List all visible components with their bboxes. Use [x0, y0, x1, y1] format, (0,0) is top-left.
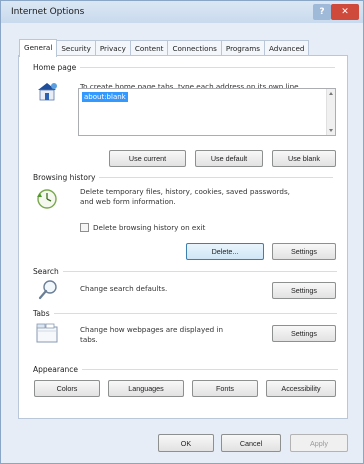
home-page-address-box[interactable]: about:blank	[78, 88, 336, 136]
scroll-down-arrow-icon[interactable]	[329, 129, 333, 132]
tab-strip: General Security Privacy Content Connect…	[19, 39, 310, 57]
ok-button[interactable]: OK	[158, 434, 214, 452]
tab-advanced[interactable]: Advanced	[263, 40, 310, 56]
tab-connections[interactable]: Connections	[167, 40, 222, 56]
use-current-button[interactable]: Use current	[109, 150, 186, 167]
browsing-history-icon	[37, 189, 57, 209]
tab-security[interactable]: Security	[56, 40, 96, 56]
search-settings-button[interactable]: Settings	[272, 282, 336, 299]
help-button[interactable]: ?	[313, 4, 331, 20]
tab-programs[interactable]: Programs	[220, 40, 265, 56]
home-page-address-text: about:blank	[82, 92, 128, 102]
home-page-heading: Home page	[33, 63, 77, 72]
divider	[53, 313, 337, 314]
browsing-history-settings-button[interactable]: Settings	[272, 243, 336, 260]
search-description: Change search defaults.	[80, 284, 168, 293]
languages-button[interactable]: Languages	[108, 380, 184, 397]
browsing-history-description-line2: and web form information.	[80, 197, 176, 206]
search-heading: Search	[33, 267, 59, 276]
use-blank-button[interactable]: Use blank	[272, 150, 336, 167]
browsing-history-heading: Browsing history	[33, 173, 96, 182]
browsing-history-description-line1: Delete temporary files, history, cookies…	[80, 187, 290, 196]
close-button[interactable]: ✕	[331, 4, 359, 20]
accessibility-button[interactable]: Accessibility	[266, 380, 336, 397]
close-icon: ✕	[341, 7, 349, 17]
tab-content[interactable]: Content	[129, 40, 169, 56]
tabs-description: Change how webpages are displayed in tab…	[80, 325, 223, 345]
cancel-button[interactable]: Cancel	[221, 434, 281, 452]
scroll-up-arrow-icon[interactable]	[329, 92, 333, 95]
appearance-heading: Appearance	[33, 365, 79, 374]
tabs-description-line1: Change how webpages are displayed in	[80, 325, 224, 334]
tabs-description-line2: tabs.	[80, 335, 98, 344]
tabs-icon	[36, 323, 58, 343]
use-default-button[interactable]: Use default	[195, 150, 263, 167]
browsing-history-section-heading: Browsing history	[33, 173, 334, 182]
delete-on-exit-checkbox[interactable]	[80, 223, 89, 232]
apply-button[interactable]: Apply	[290, 434, 348, 452]
delete-on-exit-label: Delete browsing history on exit	[93, 223, 206, 232]
divider	[80, 67, 336, 68]
divider	[82, 369, 339, 370]
delete-on-exit-row[interactable]: Delete browsing history on exit	[80, 223, 205, 232]
browsing-history-description: Delete temporary files, history, cookies…	[80, 187, 290, 207]
divider	[62, 271, 337, 272]
title-bar[interactable]: Internet Options ? ✕	[1, 1, 363, 23]
divider	[99, 177, 334, 178]
appearance-section-heading: Appearance	[33, 365, 339, 374]
fonts-button[interactable]: Fonts	[192, 380, 258, 397]
tabs-section-heading: Tabs	[33, 309, 337, 318]
tab-general[interactable]: General	[19, 39, 58, 57]
home-page-address-scrollbar[interactable]	[326, 89, 335, 135]
tabs-heading: Tabs	[33, 309, 50, 318]
search-icon	[38, 280, 57, 300]
help-icon: ?	[319, 7, 325, 17]
tabs-settings-button[interactable]: Settings	[272, 325, 336, 342]
tab-privacy[interactable]: Privacy	[94, 40, 131, 56]
delete-button[interactable]: Delete...	[186, 243, 264, 260]
window-title: Internet Options	[11, 7, 85, 17]
home-page-section-heading: Home page	[33, 63, 336, 72]
home-page-icon	[38, 83, 57, 101]
colors-button[interactable]: Colors	[34, 380, 100, 397]
search-section-heading: Search	[33, 267, 337, 276]
